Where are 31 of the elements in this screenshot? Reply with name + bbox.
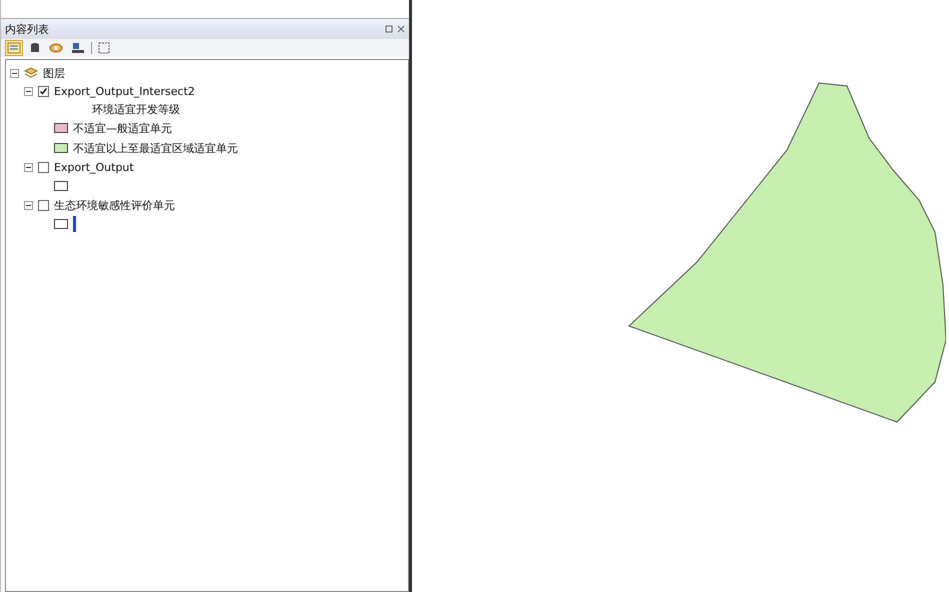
toolbar-tool[interactable] bbox=[69, 40, 87, 56]
legend-swatch[interactable] bbox=[54, 181, 68, 191]
group-label[interactable]: 图层 bbox=[43, 66, 65, 80]
toolbar-tool[interactable] bbox=[5, 40, 23, 56]
legend-swatch[interactable] bbox=[54, 123, 68, 133]
legend-label: 不适宜—般适宜单元 bbox=[73, 120, 172, 136]
layer-name[interactable]: Export_Output bbox=[54, 160, 134, 174]
expander[interactable] bbox=[24, 86, 33, 96]
expander[interactable] bbox=[24, 162, 33, 172]
database-icon bbox=[29, 42, 41, 54]
panel-title: 内容列表 bbox=[5, 22, 49, 36]
legend-swatch[interactable] bbox=[54, 219, 68, 229]
legend-swatch[interactable] bbox=[54, 143, 68, 153]
text-cursor bbox=[73, 216, 76, 232]
layer-checkbox[interactable] bbox=[38, 200, 49, 210]
layer-checkbox[interactable] bbox=[38, 86, 49, 96]
close-icon[interactable] bbox=[397, 25, 405, 33]
field-heading: 环境适宜开发等级 bbox=[92, 102, 180, 116]
eye-icon bbox=[49, 42, 63, 54]
layer-name[interactable]: Export_Output_Intersect2 bbox=[54, 84, 195, 98]
expander[interactable] bbox=[24, 200, 33, 210]
layers-icon bbox=[24, 67, 38, 79]
selection-icon bbox=[71, 42, 85, 54]
legend-label: 不适宜以上至最适宜区域适宜单元 bbox=[73, 140, 238, 156]
expander[interactable] bbox=[10, 68, 19, 78]
layer-name[interactable]: 生态环境敏感性评价单元 bbox=[54, 198, 175, 212]
toolbar-tool[interactable] bbox=[96, 40, 112, 56]
pin-icon[interactable] bbox=[385, 25, 393, 33]
options-icon bbox=[98, 42, 110, 54]
layer-checkbox[interactable] bbox=[38, 162, 49, 172]
list-icon bbox=[7, 42, 21, 54]
